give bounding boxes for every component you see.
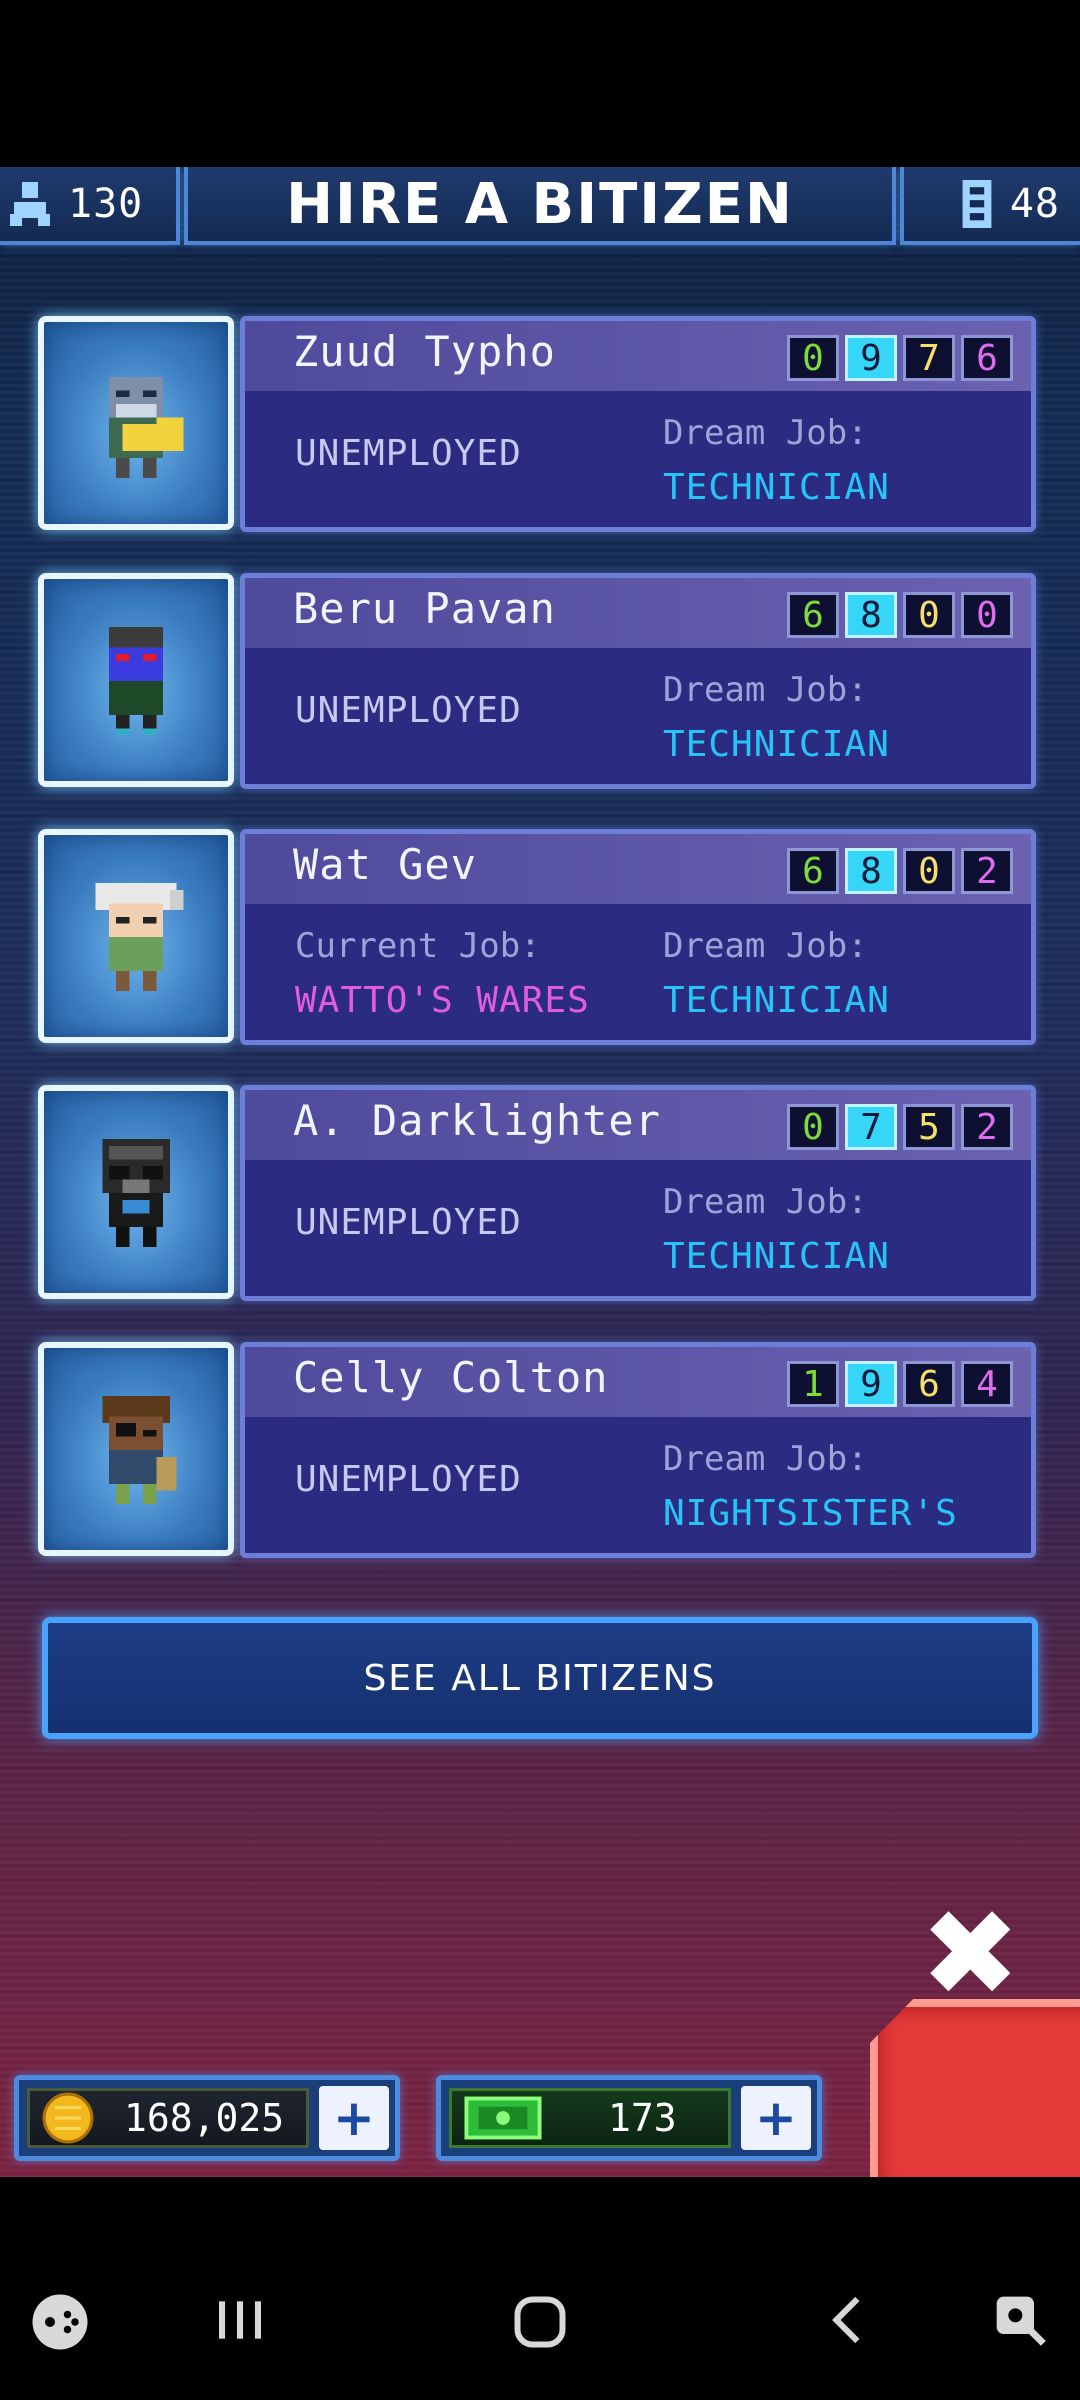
bitizen-portrait[interactable] bbox=[38, 1085, 234, 1299]
coins-panel: 168,025 bbox=[27, 2088, 309, 2148]
stat-box: 6 bbox=[903, 1361, 955, 1407]
stat-box: 0 bbox=[787, 1104, 839, 1150]
bitizen-portrait[interactable] bbox=[38, 316, 234, 530]
stat-box: 2 bbox=[961, 1104, 1013, 1150]
alien-helmet-avatar bbox=[109, 376, 184, 478]
white-hair-avatar bbox=[95, 883, 184, 991]
dream-job-label: Dream Job: bbox=[663, 670, 868, 710]
bitizen-card[interactable]: Beru Pavan 6 8 0 0 UNEMPLOYED Dream Job: TECHNI… bbox=[38, 573, 1036, 789]
skill-stats: 0976 bbox=[787, 335, 1013, 381]
building-icon bbox=[962, 180, 992, 228]
bux-panel: 173 bbox=[449, 2088, 731, 2148]
dream-job-label: Dream Job: bbox=[663, 1439, 868, 1479]
page-title: HIRE A BITIZEN bbox=[286, 171, 794, 237]
skill-stats: 0752 bbox=[787, 1104, 1013, 1150]
game-screen: 130 HIRE A BITIZEN 48 Zuud Typho 0 9 7 6 UNEM… bbox=[0, 167, 1080, 2177]
bitizen-info-panel[interactable]: Celly Colton 1 9 6 4 UNEMPLOYED Dream Job: NIGH… bbox=[240, 1342, 1036, 1558]
dream-job-label: Dream Job: bbox=[663, 413, 868, 453]
stat-box: 4 bbox=[961, 1361, 1013, 1407]
floors-count: 48 bbox=[1009, 181, 1060, 227]
bitizen-name: Beru Pavan bbox=[293, 584, 556, 633]
game-launcher-icon[interactable] bbox=[30, 2292, 90, 2356]
title-bar: HIRE A BITIZEN bbox=[184, 167, 896, 245]
stat-box: 2 bbox=[961, 848, 1013, 894]
dream-job-label: Dream Job: bbox=[663, 926, 868, 966]
stat-box: 1 bbox=[787, 1361, 839, 1407]
stat-box: 0 bbox=[787, 335, 839, 381]
bux-count: 173 bbox=[608, 2096, 677, 2140]
population-icon bbox=[10, 182, 50, 226]
dream-job-value: TECHNICIAN bbox=[663, 980, 890, 1021]
stat-box: 0 bbox=[903, 592, 955, 638]
population-count: 130 bbox=[68, 181, 144, 227]
stat-box: 6 bbox=[787, 848, 839, 894]
dream-job-value: TECHNICIAN bbox=[663, 467, 890, 508]
employment-status: UNEMPLOYED bbox=[295, 1459, 522, 1500]
bitizen-portrait[interactable] bbox=[38, 1342, 234, 1556]
employment-status: UNEMPLOYED bbox=[295, 433, 522, 474]
stat-box: 5 bbox=[903, 1104, 955, 1150]
bitizen-name: A. Darklighter bbox=[293, 1096, 662, 1145]
stat-box: 8 bbox=[845, 848, 897, 894]
dream-job-value: TECHNICIAN bbox=[663, 724, 890, 765]
bitizen-card[interactable]: Zuud Typho 0 9 7 6 UNEMPLOYED Dream Job: TECHNI… bbox=[38, 316, 1036, 532]
back-icon[interactable] bbox=[820, 2292, 876, 2352]
bux-icon bbox=[464, 2096, 542, 2140]
population-counter: 130 bbox=[0, 167, 180, 245]
accessibility-icon[interactable] bbox=[992, 2292, 1048, 2352]
bitizen-portrait[interactable] bbox=[38, 573, 234, 787]
stat-box: 9 bbox=[845, 1361, 897, 1407]
dream-job-value: TECHNICIAN bbox=[663, 1236, 890, 1277]
home-icon[interactable] bbox=[510, 2292, 570, 2356]
current-job-value: WATTO'S WARES bbox=[295, 980, 590, 1021]
bitizen-info-panel[interactable]: A. Darklighter 0 7 5 2 UNEMPLOYED Dream Job: TE… bbox=[240, 1085, 1036, 1301]
stat-box: 7 bbox=[903, 335, 955, 381]
buy-coins-button[interactable]: + bbox=[319, 2086, 389, 2150]
close-x-icon: ✖ bbox=[920, 1885, 1021, 2024]
stat-box: 8 bbox=[845, 592, 897, 638]
bux-display: 173 + bbox=[436, 2075, 822, 2161]
current-job-label: Current Job: bbox=[295, 926, 541, 966]
bitizen-info-panel[interactable]: Zuud Typho 0 9 7 6 UNEMPLOYED Dream Job: TECHNI… bbox=[240, 316, 1036, 532]
stat-box: 0 bbox=[903, 848, 955, 894]
employment-status: UNEMPLOYED bbox=[295, 1202, 522, 1243]
buy-bux-button[interactable]: + bbox=[741, 2086, 811, 2150]
bitizen-card[interactable]: A. Darklighter 0 7 5 2 UNEMPLOYED Dream Job: TE… bbox=[38, 1085, 1036, 1301]
stat-box: 6 bbox=[787, 592, 839, 638]
coins-count: 168,025 bbox=[124, 2096, 285, 2140]
recent-apps-icon[interactable] bbox=[212, 2292, 268, 2352]
bitizen-name: Wat Gev bbox=[293, 840, 478, 889]
floors-counter: 48 bbox=[900, 167, 1080, 245]
bitizen-card[interactable]: Wat Gev 6 8 0 2 Current Job: WATTO'S WARES Drea… bbox=[38, 829, 1036, 1045]
bitizen-name: Celly Colton bbox=[293, 1353, 609, 1402]
stat-box: 7 bbox=[845, 1104, 897, 1150]
stat-box: 6 bbox=[961, 335, 1013, 381]
coin-icon bbox=[42, 2092, 94, 2144]
bitizen-portrait[interactable] bbox=[38, 829, 234, 1043]
stat-box: 9 bbox=[845, 335, 897, 381]
blue-alien-avatar bbox=[109, 627, 163, 735]
bitizen-card[interactable]: Celly Colton 1 9 6 4 UNEMPLOYED Dream Job: NIGH… bbox=[38, 1342, 1036, 1558]
bitizen-info-panel[interactable]: Wat Gev 6 8 0 2 Current Job: WATTO'S WARES Drea… bbox=[240, 829, 1036, 1045]
see-all-bitizens-button[interactable]: SEE ALL BITIZENS bbox=[42, 1617, 1038, 1739]
close-button[interactable] bbox=[870, 1999, 1080, 2177]
bitizen-name: Zuud Typho bbox=[293, 327, 556, 376]
skill-stats: 6800 bbox=[787, 592, 1013, 638]
eyepatch-avatar bbox=[102, 1396, 177, 1504]
skill-stats: 6802 bbox=[787, 848, 1013, 894]
dream-job-label: Dream Job: bbox=[663, 1182, 868, 1222]
employment-status: UNEMPLOYED bbox=[295, 690, 522, 731]
system-nav-bar bbox=[0, 2177, 1080, 2400]
bitizen-info-panel[interactable]: Beru Pavan 6 8 0 0 UNEMPLOYED Dream Job: TECHNI… bbox=[240, 573, 1036, 789]
dream-job-value: NIGHTSISTER'S bbox=[663, 1493, 958, 1534]
coins-display: 168,025 + bbox=[14, 2075, 400, 2161]
tie-pilot-avatar bbox=[102, 1139, 170, 1247]
skill-stats: 1964 bbox=[787, 1361, 1013, 1407]
stat-box: 0 bbox=[961, 592, 1013, 638]
